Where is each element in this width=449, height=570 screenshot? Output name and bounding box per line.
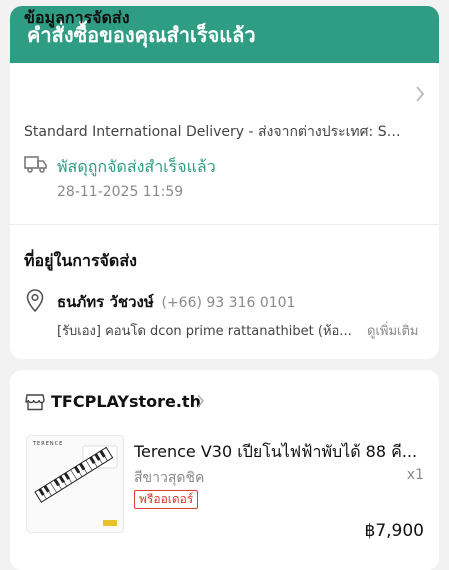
address-section: ที่อยู่ในการจัดส่ง ธนภัทร วัชวงษ์ (+66) … [10,225,439,359]
product-variant: สีขาวสุดชิค [134,470,205,486]
shipping-info-section[interactable]: ข้อมูลการจัดส่ง Standard International D… [10,8,439,225]
store-icon [25,393,45,415]
shipping-timestamp: 28-11-2025 11:59 [57,184,184,200]
shipping-method: Standard International Delivery - ส่งจาก… [24,124,404,140]
shipping-status: พัสดุถูกจัดส่งสำเร็จแล้ว [57,157,216,176]
chevron-right-icon[interactable] [415,85,425,107]
see-more-link[interactable]: ดูเพิ่มเติม [367,320,418,341]
product-image[interactable]: TERENCE [26,435,124,533]
recipient-name: ธนภัทร วัชวงษ์ [57,293,154,311]
recipient-line: ธนภัทร วัชวงษ์ (+66) 93 316 0101 [57,290,295,314]
preorder-badge-label: พรีออเดอร์ [134,490,199,509]
piano-illustration [34,445,118,526]
truck-icon [24,154,48,178]
shop-chevron-right-icon[interactable] [196,393,205,413]
recipient-phone: (+66) 93 316 0101 [161,295,296,311]
shop-card: TFCPLAYstore.th TERENCE Terence V30 เปีย… [10,370,439,570]
shop-name[interactable]: TFCPLAYstore.th [51,392,201,411]
product-price: ฿7,900 [364,521,424,541]
shipping-info-title: ข้อมูลการจัดส่ง [24,8,130,27]
location-pin-icon [26,289,44,317]
product-title[interactable]: Terence V30 เปียโนไฟฟ้าพับได้ 88 คี... [134,440,430,465]
address-line: [รับเอง] คอนโด dcon prime rattanathibet … [57,324,352,339]
address-title: ที่อยู่ในการจัดส่ง [24,251,137,270]
product-quantity: x1 [406,467,424,483]
preorder-badge: พรีออเดอร์ [134,488,199,509]
order-card: คำสั่งซื้อของคุณสำเร็จแล้ว ข้อมูลการจัดส… [10,6,439,359]
